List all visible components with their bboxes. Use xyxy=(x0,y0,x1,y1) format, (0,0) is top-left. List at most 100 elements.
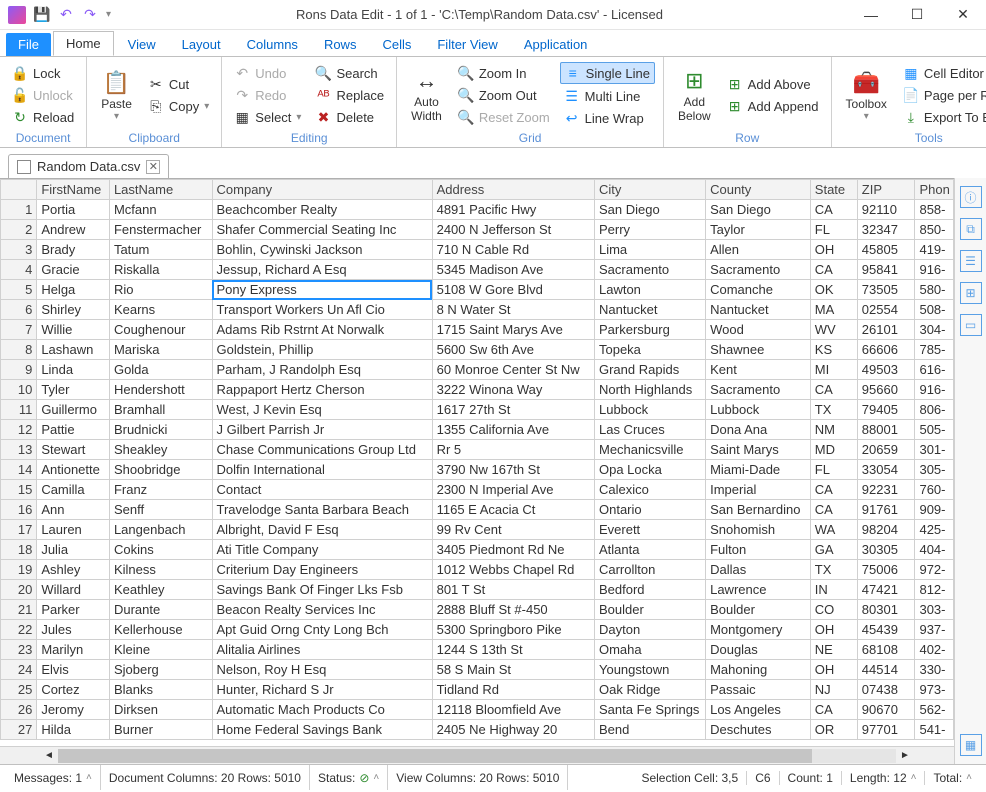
cell[interactable]: Lashawn xyxy=(37,340,110,360)
cell[interactable]: Keathley xyxy=(109,580,212,600)
row-number[interactable]: 8 xyxy=(1,340,37,360)
row-number[interactable]: 21 xyxy=(1,600,37,620)
cell[interactable]: Parker xyxy=(37,600,110,620)
status-length[interactable]: Length: 12 ˄ xyxy=(842,771,926,785)
cell[interactable]: Rr 5 xyxy=(432,440,594,460)
tab-view[interactable]: View xyxy=(116,33,168,56)
cell[interactable]: Bramhall xyxy=(109,400,212,420)
cell[interactable]: North Highlands xyxy=(594,380,705,400)
select-button[interactable]: ▦Select ▾ xyxy=(230,107,305,127)
cell[interactable]: 3405 Piedmont Rd Ne xyxy=(432,540,594,560)
row-number[interactable]: 9 xyxy=(1,360,37,380)
cell[interactable]: Portia xyxy=(37,200,110,220)
redo-qat-icon[interactable]: ↷ xyxy=(82,7,98,23)
cell[interactable]: Franz xyxy=(109,480,212,500)
column-header[interactable]: Address xyxy=(432,180,594,200)
cell[interactable]: Coughenour xyxy=(109,320,212,340)
cell[interactable]: 301- xyxy=(915,440,954,460)
cell[interactable]: Kellerhouse xyxy=(109,620,212,640)
cell[interactable]: Lubbock xyxy=(594,400,705,420)
cell[interactable]: Blanks xyxy=(109,680,212,700)
cell[interactable]: Ontario xyxy=(594,500,705,520)
row-number[interactable]: 10 xyxy=(1,380,37,400)
column-header[interactable]: FirstName xyxy=(37,180,110,200)
cell[interactable]: Bend xyxy=(594,720,705,740)
cell[interactable]: Los Angeles xyxy=(706,700,811,720)
close-button[interactable]: ✕ xyxy=(940,0,986,30)
cell[interactable]: CA xyxy=(810,200,857,220)
column-header[interactable]: Phon xyxy=(915,180,954,200)
export-button[interactable]: ⤓Export To Excel xyxy=(899,107,986,127)
cell[interactable]: 710 N Cable Rd xyxy=(432,240,594,260)
cell[interactable]: 404- xyxy=(915,540,954,560)
cell[interactable]: 79405 xyxy=(857,400,915,420)
cell[interactable]: 562- xyxy=(915,700,954,720)
cell[interactable]: Atlanta xyxy=(594,540,705,560)
cell[interactable]: San Diego xyxy=(594,200,705,220)
cell[interactable]: Taylor xyxy=(706,220,811,240)
zoomin-button[interactable]: 🔍Zoom In xyxy=(454,63,554,83)
redo-button[interactable]: ↷Redo xyxy=(230,85,305,105)
cell[interactable]: 92231 xyxy=(857,480,915,500)
cell[interactable]: 30305 xyxy=(857,540,915,560)
cell[interactable]: Bohlin, Cywinski Jackson xyxy=(212,240,432,260)
cell[interactable]: 02554 xyxy=(857,300,915,320)
tab-rows[interactable]: Rows xyxy=(312,33,369,56)
cell[interactable]: Ann xyxy=(37,500,110,520)
cell[interactable]: Lawton xyxy=(594,280,705,300)
cell[interactable]: 8 N Water St xyxy=(432,300,594,320)
linewrap-button[interactable]: ↩Line Wrap xyxy=(560,108,655,128)
cell[interactable]: Pony Express xyxy=(212,280,432,300)
cell[interactable]: OR xyxy=(810,720,857,740)
minimize-button[interactable]: — xyxy=(848,0,894,30)
column-header[interactable]: Company xyxy=(212,180,432,200)
cell[interactable]: OH xyxy=(810,620,857,640)
row-number[interactable]: 1 xyxy=(1,200,37,220)
cell[interactable]: Lauren xyxy=(37,520,110,540)
row-number[interactable]: 3 xyxy=(1,240,37,260)
cell[interactable]: Sjoberg xyxy=(109,660,212,680)
resetzoom-button[interactable]: 🔍Reset Zoom xyxy=(454,107,554,127)
cell[interactable]: Goldstein, Phillip xyxy=(212,340,432,360)
cell[interactable]: Shirley xyxy=(37,300,110,320)
cell[interactable]: 98204 xyxy=(857,520,915,540)
cell[interactable]: 508- xyxy=(915,300,954,320)
pageperrow-button[interactable]: 📄Page per Row xyxy=(899,85,986,105)
cell[interactable]: 580- xyxy=(915,280,954,300)
status-total[interactable]: Total: ˄ xyxy=(925,771,980,785)
cell[interactable]: 5600 Sw 6th Ave xyxy=(432,340,594,360)
cell[interactable]: 760- xyxy=(915,480,954,500)
cell[interactable]: 419- xyxy=(915,240,954,260)
cell[interactable]: Antionette xyxy=(37,460,110,480)
row-number[interactable]: 25 xyxy=(1,680,37,700)
cell[interactable]: 20659 xyxy=(857,440,915,460)
cell[interactable]: Savings Bank Of Finger Lks Fsb xyxy=(212,580,432,600)
cell[interactable]: Willie xyxy=(37,320,110,340)
cell[interactable]: Marilyn xyxy=(37,640,110,660)
cell[interactable]: Dayton xyxy=(594,620,705,640)
cell[interactable]: Snohomish xyxy=(706,520,811,540)
cell[interactable]: 1012 Webbs Chapel Rd xyxy=(432,560,594,580)
cell[interactable]: 1244 S 13th St xyxy=(432,640,594,660)
cell[interactable]: Cokins xyxy=(109,540,212,560)
cell[interactable]: CA xyxy=(810,500,857,520)
cell[interactable]: 88001 xyxy=(857,420,915,440)
unlock-button[interactable]: 🔓Unlock xyxy=(8,85,78,105)
row-number[interactable]: 26 xyxy=(1,700,37,720)
dock-sheet-icon[interactable]: ▦ xyxy=(960,734,982,756)
cell[interactable]: Nantucket xyxy=(706,300,811,320)
cell[interactable]: Montgomery xyxy=(706,620,811,640)
cell[interactable]: Contact xyxy=(212,480,432,500)
delete-button[interactable]: ✖Delete xyxy=(311,107,388,127)
rownum-header[interactable] xyxy=(1,180,37,200)
cell[interactable]: 91761 xyxy=(857,500,915,520)
cell[interactable]: San Diego xyxy=(706,200,811,220)
tab-layout[interactable]: Layout xyxy=(170,33,233,56)
cell[interactable]: Durante xyxy=(109,600,212,620)
cell[interactable]: Kilness xyxy=(109,560,212,580)
cell[interactable]: Apt Guid Orng Cnty Long Bch xyxy=(212,620,432,640)
cell[interactable]: 47421 xyxy=(857,580,915,600)
undo-qat-icon[interactable]: ↶ xyxy=(58,7,74,23)
cell[interactable]: CA xyxy=(810,380,857,400)
cell[interactable]: Kleine xyxy=(109,640,212,660)
